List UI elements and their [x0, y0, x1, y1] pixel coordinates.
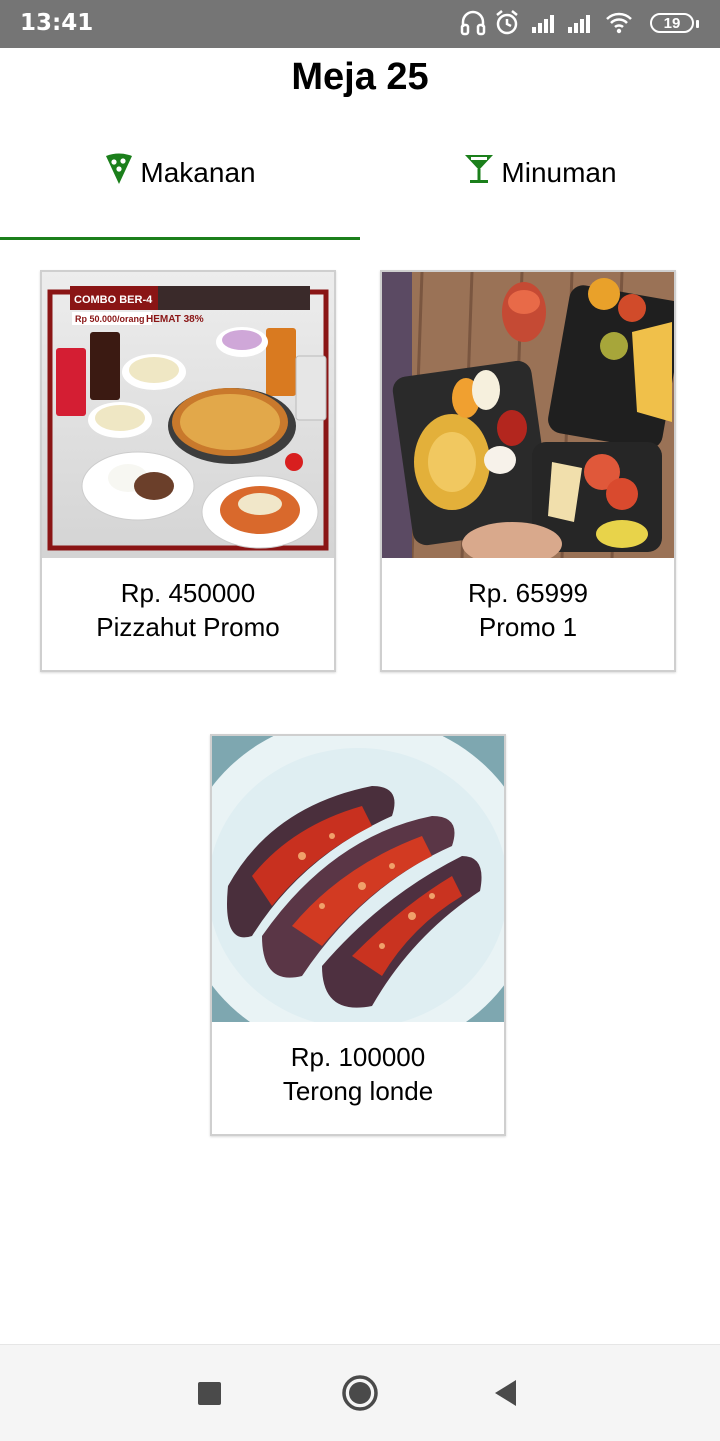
item-name: Pizzahut Promo: [96, 612, 280, 642]
square-icon: [198, 1382, 221, 1405]
page-title: Meja 25: [291, 56, 429, 98]
tab-makanan[interactable]: Makanan: [0, 140, 360, 240]
menu-item-card[interactable]: COMBO BER-4 Rp 50.000/orang HEMAT 38% Rp…: [40, 270, 336, 672]
battery-tip: [696, 20, 699, 28]
combo-price: Rp 50.000/orang: [75, 314, 145, 324]
status-icons: 19: [460, 9, 700, 39]
food-image: [382, 272, 674, 558]
status-time: 13:41: [20, 10, 94, 36]
cocktail-icon: [465, 155, 494, 183]
battery-icon: 19: [646, 9, 699, 39]
combo-text: COMBO BER-4: [74, 294, 153, 306]
battery-level: 19: [650, 13, 694, 33]
item-price: Rp. 450000: [120, 578, 256, 608]
tab-minuman[interactable]: Minuman: [360, 140, 720, 240]
item-name: Terong londe: [282, 1076, 434, 1106]
signal-icon: [532, 15, 554, 33]
wifi-icon: [606, 12, 632, 34]
item-price: Rp. 65999: [468, 578, 588, 608]
headphones-icon: [460, 10, 486, 36]
alarm-icon: [496, 10, 518, 35]
menu-item-card[interactable]: Rp. 65999 Promo 1: [380, 270, 676, 672]
back-button[interactable]: [492, 1375, 520, 1416]
home-button[interactable]: [340, 1373, 380, 1418]
pizza-icon: [106, 153, 133, 184]
signal-icon: [568, 15, 590, 33]
circle-icon: [342, 1375, 378, 1411]
item-name: Promo 1: [478, 612, 578, 642]
food-image: [212, 736, 504, 1022]
recents-button[interactable]: [198, 1375, 222, 1416]
tab-minuman-label: Minuman: [501, 157, 617, 188]
hemat-text: HEMAT 38%: [146, 314, 204, 325]
navigation-bar: [0, 1344, 720, 1441]
menu-item-card[interactable]: Rp. 100000 Terong londe: [210, 734, 506, 1136]
tab-indicator: [0, 237, 360, 240]
status-bar: 13:41 19: [0, 0, 720, 48]
back-triangle-icon: [495, 1380, 516, 1406]
food-image: COMBO BER-4 Rp 50.000/orang HEMAT 38%: [42, 272, 334, 558]
tab-makanan-label: Makanan: [140, 157, 256, 188]
item-price: Rp. 100000: [290, 1042, 426, 1072]
